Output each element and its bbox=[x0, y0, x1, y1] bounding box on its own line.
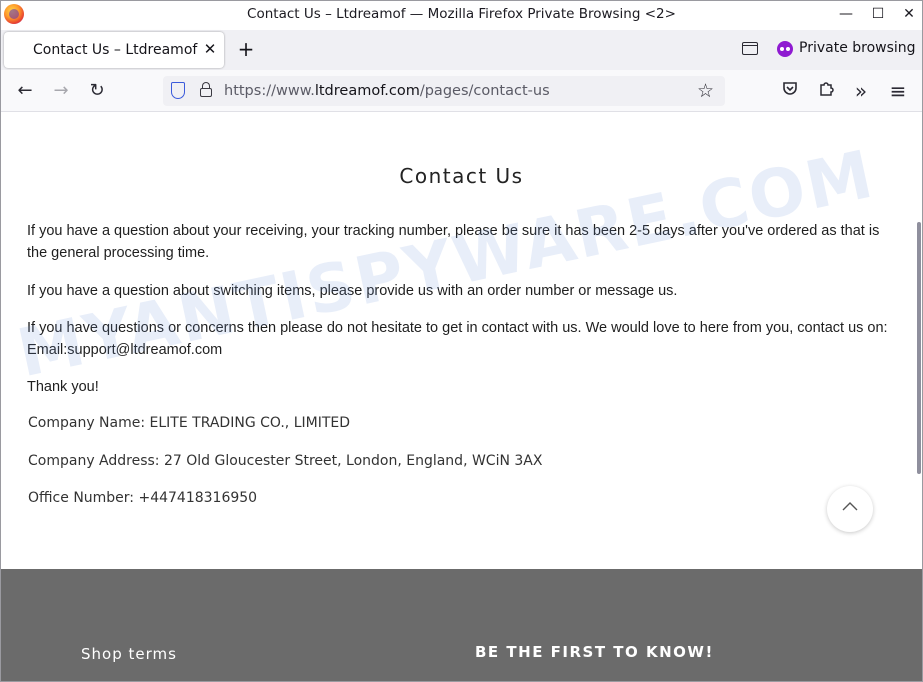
reload-button[interactable]: ↻ bbox=[85, 79, 109, 103]
overflow-icon[interactable]: » bbox=[849, 79, 873, 103]
menu-icon[interactable]: ≡ bbox=[886, 79, 910, 103]
private-browsing-icon bbox=[777, 41, 793, 57]
scroll-to-top-icon bbox=[842, 502, 858, 511]
window-title: Contact Us – Ltdreamof — Mozilla Firefox… bbox=[247, 6, 676, 22]
tab-strip: Contact Us – Ltdreamof ✕ + Private brows… bbox=[0, 30, 923, 70]
extensions-icon[interactable] bbox=[814, 79, 838, 103]
pocket-icon[interactable] bbox=[778, 79, 802, 103]
url-host: ltdreamof.com bbox=[314, 83, 420, 99]
paragraph-contact: If you have questions or concerns then p… bbox=[27, 320, 888, 358]
company-address: Company Address: 27 Old Gloucester Stree… bbox=[28, 453, 543, 469]
footer-shop-terms: Shop terms bbox=[81, 645, 177, 663]
url-prefix: https://www. bbox=[224, 83, 315, 99]
tab-list-icon[interactable] bbox=[742, 42, 758, 55]
office-number: Office Number: +447418316950 bbox=[28, 490, 258, 506]
new-tab-button[interactable]: + bbox=[236, 38, 256, 60]
tab-contact-us[interactable]: Contact Us – Ltdreamof ✕ bbox=[4, 32, 224, 68]
maximize-button[interactable]: ☐ bbox=[866, 3, 890, 25]
paragraph-thanks: Thank you! bbox=[27, 379, 99, 395]
shield-icon[interactable] bbox=[171, 82, 185, 99]
scroll-to-top-button[interactable] bbox=[827, 486, 873, 532]
page-title: Contact Us bbox=[399, 164, 524, 188]
paragraph-switching: If you have a question about switching i… bbox=[27, 283, 678, 299]
tab-label: Contact Us – Ltdreamof bbox=[33, 42, 198, 58]
url-path: /pages/contact-us bbox=[419, 83, 550, 99]
bookmark-star-icon[interactable]: ☆ bbox=[697, 80, 714, 102]
footer-newsletter-heading: BE THE FIRST TO KNOW! bbox=[475, 643, 714, 661]
paragraph-tracking: If you have a question about your receiv… bbox=[27, 223, 880, 261]
tab-close-icon[interactable]: ✕ bbox=[202, 40, 218, 58]
url-bar[interactable]: https://www.ltdreamof.com/pages/contact-… bbox=[163, 76, 725, 106]
page-content: Contact Us If you have a question about … bbox=[1, 112, 922, 682]
private-browsing-label: Private browsing bbox=[799, 40, 916, 56]
page-scrollbar[interactable] bbox=[917, 222, 921, 474]
url-text[interactable]: https://www.ltdreamof.com/pages/contact-… bbox=[224, 83, 550, 99]
back-button[interactable]: ← bbox=[13, 79, 37, 103]
minimize-button[interactable]: — bbox=[834, 3, 858, 25]
lock-icon[interactable] bbox=[200, 82, 212, 97]
site-footer: Shop terms BE THE FIRST TO KNOW! bbox=[1, 569, 922, 682]
forward-button[interactable]: → bbox=[49, 79, 73, 103]
window-titlebar: Contact Us – Ltdreamof — Mozilla Firefox… bbox=[0, 0, 923, 30]
company-name: Company Name: ELITE TRADING CO., LIMITED bbox=[28, 415, 351, 431]
close-window-button[interactable]: ✕ bbox=[897, 3, 921, 25]
navigation-toolbar: ← → ↻ https://www.ltdreamof.com/pages/co… bbox=[0, 70, 923, 112]
